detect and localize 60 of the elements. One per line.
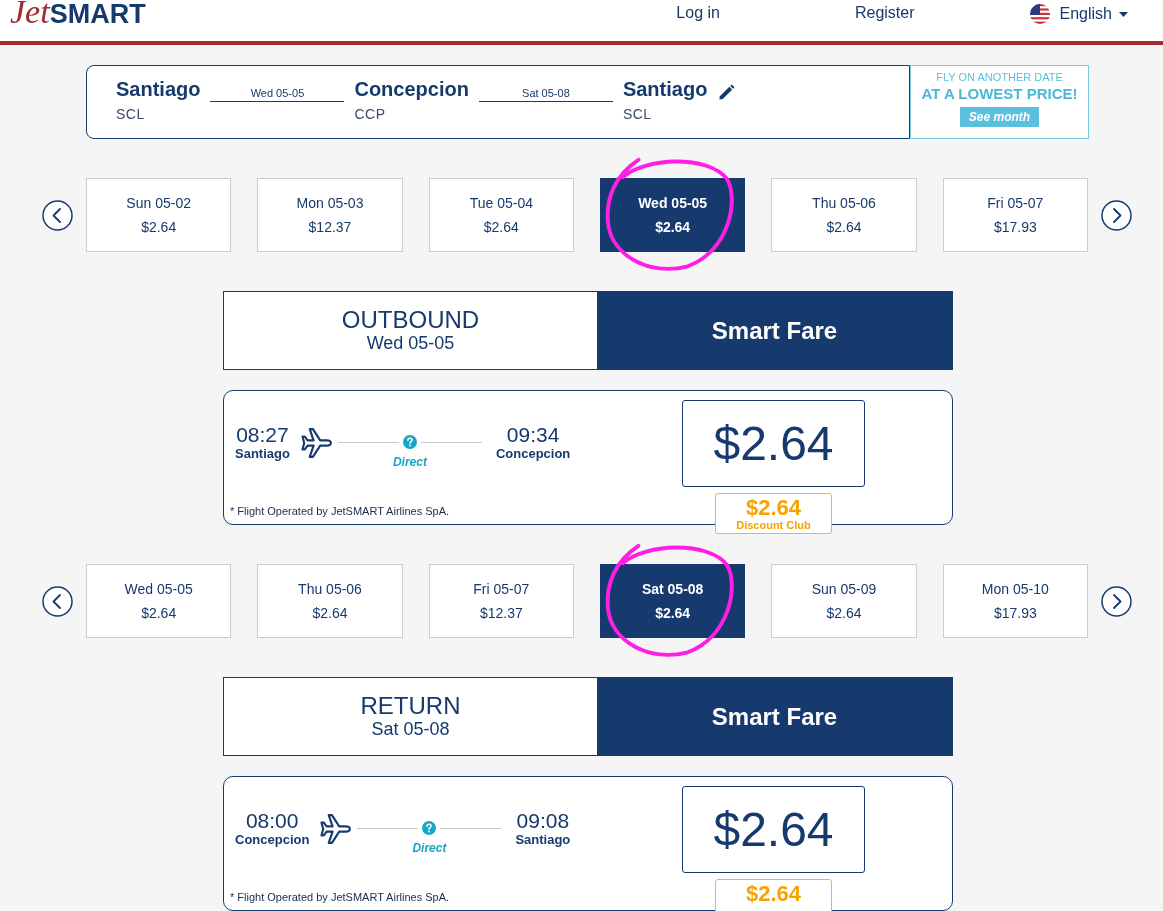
direction-date: Wed 05-05 <box>366 333 455 354</box>
origin-city: Concepcion <box>235 832 310 847</box>
fare-type-header: Smart Fare <box>597 678 952 755</box>
city-name: Concepcion <box>354 77 469 101</box>
date-option[interactable]: Sat 05-08 $2.64 <box>600 564 746 638</box>
date-option[interactable]: Thu 05-06 $2.64 <box>771 178 917 252</box>
date-option[interactable]: Wed 05-05 $2.64 <box>86 564 232 638</box>
date-option[interactable]: Tue 05-04 $2.64 <box>428 178 574 252</box>
travel-date: Sat 05-08 <box>478 87 613 102</box>
caret-icon <box>1119 11 1128 17</box>
operator-note: * Flight Operated by JetSMART Airlines SpA. <box>230 505 451 518</box>
date-option[interactable]: Mon 05-10 $17.93 <box>942 564 1088 638</box>
promo-headline: AT A LOWEST PRICE! <box>921 84 1078 103</box>
arrival-time: 09:08 <box>516 809 570 832</box>
date-option[interactable]: Wed 05-05 $2.64 <box>600 178 746 252</box>
direction-date: Sat 05-08 <box>371 719 450 740</box>
discount-label: Discount Club <box>736 519 811 531</box>
flag-icon <box>1029 4 1050 24</box>
chevron-left-icon[interactable] <box>42 585 73 617</box>
origin-city: Santiago <box>235 446 290 461</box>
city-name: Santiago <box>622 77 708 101</box>
operator-note: * Flight Operated by JetSMART Airlines SpA. <box>230 891 451 904</box>
promo-text: FLY ON ANOTHER DATE <box>936 71 1063 84</box>
fare-type-header: Smart Fare <box>597 292 952 369</box>
logo: JetSMART <box>10 0 146 32</box>
pencil-icon[interactable] <box>718 84 736 100</box>
arrival-time: 09:34 <box>506 423 560 446</box>
destination-city: Santiago <box>515 832 571 847</box>
language-selector[interactable]: English <box>1029 4 1128 24</box>
date-option[interactable]: Mon 05-03 $12.37 <box>257 178 403 252</box>
chevron-left-icon[interactable] <box>42 199 73 231</box>
nav-link[interactable]: Log in <box>676 4 720 22</box>
stops-label: Direct <box>412 841 447 855</box>
direction-title: OUTBOUND <box>341 307 480 333</box>
departure-time: 08:00 <box>245 809 299 832</box>
fare-price-button[interactable]: $2.64 <box>682 400 865 487</box>
airport-code: SCL <box>622 105 653 123</box>
date-option[interactable]: Fri 05-07 $12.37 <box>428 564 574 638</box>
help-icon[interactable] <box>402 435 417 449</box>
travel-date: Wed 05-05 <box>210 87 345 102</box>
date-option[interactable]: Fri 05-07 $17.93 <box>942 178 1088 252</box>
fare-price-button[interactable]: $2.64 <box>682 786 865 873</box>
help-icon[interactable] <box>422 821 437 835</box>
airplane-icon <box>300 427 333 459</box>
date-option[interactable]: Sun 05-02 $2.64 <box>86 178 232 252</box>
nav-link[interactable]: Register <box>854 4 915 22</box>
chevron-right-icon[interactable] <box>1101 199 1132 231</box>
city-name: Santiago <box>116 77 201 101</box>
departure-time: 08:27 <box>236 423 289 446</box>
destination-city: Concepcion <box>495 446 571 461</box>
date-option[interactable]: Sun 05-09 $2.64 <box>771 564 917 638</box>
airport-code: SCL <box>116 105 146 123</box>
discount-price: $2.64 <box>745 496 802 519</box>
airport-code: CCP <box>354 105 387 123</box>
chevron-right-icon[interactable] <box>1101 585 1132 617</box>
direction-title: RETURN <box>360 693 461 719</box>
stops-label: Direct <box>392 455 427 469</box>
discount-price: $2.64 <box>745 882 802 905</box>
airplane-icon <box>320 813 353 845</box>
date-option[interactable]: Thu 05-06 $2.64 <box>257 564 403 638</box>
